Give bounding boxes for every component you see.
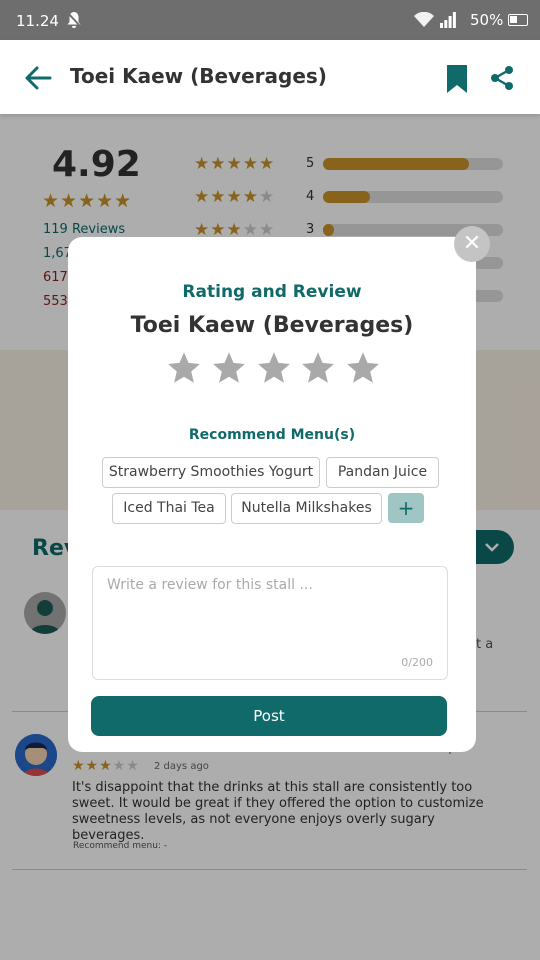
menu-chip-pandan-juice[interactable]: Pandan Juice [326,457,439,488]
signal-icon [440,12,456,28]
star-icon [212,352,245,383]
rating-star-3[interactable] [256,350,292,386]
wifi-icon [414,12,434,27]
rating-star-1[interactable] [166,350,202,386]
menu-chip-strawberry-smoothies-yogurt[interactable]: Strawberry Smoothies Yogurt [102,457,320,488]
share-icon[interactable] [489,65,515,91]
recommend-menu-label: Recommend Menu(s) [188,427,356,443]
review-textarea[interactable] [107,577,433,647]
close-dialog-button[interactable]: ✕ [454,226,490,262]
character-counter: 0/200 [401,656,433,669]
rating-star-2[interactable] [211,350,247,386]
clock: 11.24 [16,12,59,30]
star-icon [302,352,335,383]
star-icon [257,352,290,383]
notification-muted-icon [66,11,82,28]
battery-percent: 50% [470,11,504,29]
star-icon [347,352,379,383]
back-arrow-icon[interactable] [24,64,52,92]
app-bar: Toei Kaew (Beverages) [0,40,540,114]
rating-star-5[interactable] [345,350,381,386]
review-input-box: 0/200 [92,566,448,680]
star-icon [168,352,200,383]
dialog-heading: Rating and Review [182,282,362,302]
menu-chip-iced-thai-tea[interactable]: Iced Thai Tea [112,493,226,524]
rating-review-dialog: Rating and Review Toei Kaew (Beverages) … [68,237,476,752]
add-menu-button[interactable]: + [388,493,424,523]
menu-chip-nutella-milkshakes[interactable]: Nutella Milkshakes [231,493,382,524]
rating-star-4[interactable] [300,350,336,386]
stall-name: Toei Kaew (Beverages) [130,313,414,338]
post-button[interactable]: Post [91,696,447,736]
status-bar: 11.24 50% [0,0,540,40]
bookmark-icon[interactable] [446,64,468,94]
rating-input [166,350,381,388]
battery-icon [508,14,528,26]
page-title: Toei Kaew (Beverages) [70,64,327,88]
